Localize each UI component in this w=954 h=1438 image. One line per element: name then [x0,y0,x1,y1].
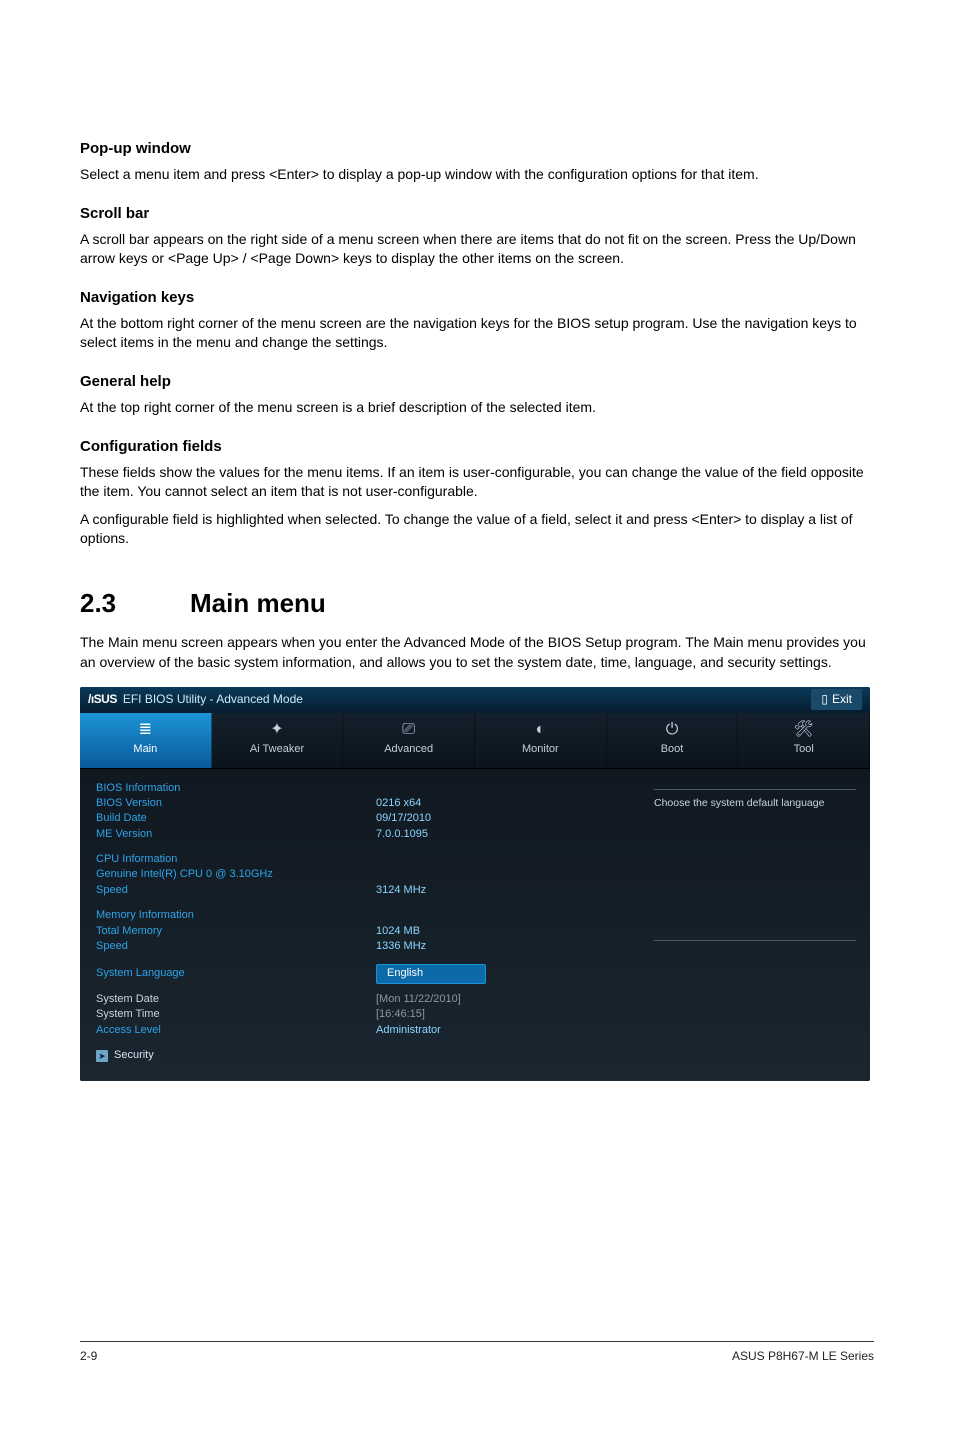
access-level-value: Administrator [376,1023,624,1038]
me-version-value: 7.0.0.1095 [376,827,624,842]
bios-content: BIOS Information BIOS Version 0216 x64 B… [80,769,870,1082]
system-date-label: System Date [96,992,376,1007]
text-genhelp: At the top right corner of the menu scre… [80,398,874,418]
text-mainmenu: The Main menu screen appears when you en… [80,633,874,672]
exit-button[interactable]: ▯ Exit [811,689,862,710]
build-date-label: Build Date [96,811,376,826]
section-title-main-menu: 2.3Main menu [80,585,874,621]
tab-monitor[interactable]: ◐ Monitor [475,713,607,768]
tab-ai-tweaker[interactable]: ✦ Ai Tweaker [212,713,344,768]
text-scrollbar: A scroll bar appears on the right side o… [80,230,874,269]
system-language-label: System Language [96,966,376,981]
section-number: 2.3 [80,585,190,621]
divider [654,940,856,941]
help-text: Choose the system default language [654,796,856,811]
me-version-label: ME Version [96,827,376,842]
text-popup: Select a menu item and press <Enter> to … [80,165,874,185]
text-config1: These fields show the values for the men… [80,463,874,502]
heading-config: Configuration fields [80,436,874,457]
cpu-speed-label: Speed [96,883,376,898]
system-time-value[interactable]: [16:46:15] [376,1007,425,1022]
memory-information-block: Memory Information Total Memory 1024 MB … [96,908,624,954]
system-language-row[interactable]: System Language English [96,964,624,983]
bios-tabbar: ≣ Main ✦ Ai Tweaker ⎚ Advanced ◐ Monitor… [80,713,870,769]
tab-main-label: Main [133,742,157,757]
cpu-name: Genuine Intel(R) CPU 0 @ 3.10GHz [96,867,624,882]
bios-main-panel: BIOS Information BIOS Version 0216 x64 B… [80,781,640,1064]
bios-information-block: BIOS Information BIOS Version 0216 x64 B… [96,781,624,843]
security-row[interactable]: ➤ Security [96,1048,624,1063]
heading-popup: Pop-up window [80,138,874,159]
tab-tool-label: Tool [794,742,814,757]
mem-speed-label: Speed [96,939,376,954]
system-language-value[interactable]: English [376,964,486,983]
text-navkeys: At the bottom right corner of the menu s… [80,314,874,353]
bios-window-title: EFI BIOS Utility - Advanced Mode [123,691,812,708]
cpu-information-block: CPU Information Genuine Intel(R) CPU 0 @… [96,852,624,898]
bios-info-heading: BIOS Information [96,781,376,796]
bios-screenshot: /ıSUS EFI BIOS Utility - Advanced Mode ▯… [80,687,870,1082]
datetime-block: System Date [Mon 11/22/2010] System Time… [96,992,624,1038]
chevron-right-icon: ➤ [96,1050,108,1062]
tab-boot[interactable]: ⏻ Boot [607,713,739,768]
bios-titlebar: /ıSUS EFI BIOS Utility - Advanced Mode ▯… [80,687,870,713]
tab-advanced[interactable]: ⎚ Advanced [343,713,475,768]
monitor-icon: ◐ [536,722,546,738]
mem-info-heading: Memory Information [96,908,376,923]
mem-speed-value: 1336 MHz [376,939,624,954]
tab-monitor-label: Monitor [522,742,559,757]
heading-genhelp: General help [80,371,874,392]
security-label: Security [114,1048,154,1063]
exit-label: Exit [832,691,852,708]
heading-navkeys: Navigation keys [80,287,874,308]
cpu-speed-value: 3124 MHz [376,883,624,898]
system-date-value[interactable]: [Mon 11/22/2010] [376,992,461,1007]
tab-main[interactable]: ≣ Main [80,713,212,768]
bios-version-value: 0216 x64 [376,796,624,811]
section-name: Main menu [190,588,326,618]
product-name: ASUS P8H67-M LE Series [732,1348,874,1365]
advanced-icon: ⎚ [402,722,415,738]
exit-icon: ▯ [821,691,828,708]
divider [654,789,856,790]
text-config2: A configurable field is highlighted when… [80,510,874,549]
tab-tweaker-label: Ai Tweaker [250,742,304,757]
tab-boot-label: Boot [661,742,684,757]
total-memory-label: Total Memory [96,924,376,939]
tool-icon: 🛠 [794,722,814,738]
tweaker-icon: ✦ [270,722,283,738]
page-footer: 2-9 ASUS P8H67-M LE Series [80,1341,874,1365]
tab-tool[interactable]: 🛠 Tool [738,713,870,768]
cpu-info-heading: CPU Information [96,852,376,867]
build-date-value: 09/17/2010 [376,811,624,826]
tab-advanced-label: Advanced [384,742,433,757]
bios-brand-logo: /ıSUS [88,691,117,708]
page-number: 2-9 [80,1348,97,1365]
bios-help-panel: Choose the system default language [640,781,870,1064]
heading-scrollbar: Scroll bar [80,203,874,224]
access-level-label: Access Level [96,1023,376,1038]
power-icon: ⏻ [666,722,679,738]
total-memory-value: 1024 MB [376,924,624,939]
bios-version-label: BIOS Version [96,796,376,811]
list-icon: ≣ [139,722,152,738]
system-time-label: System Time [96,1007,376,1022]
